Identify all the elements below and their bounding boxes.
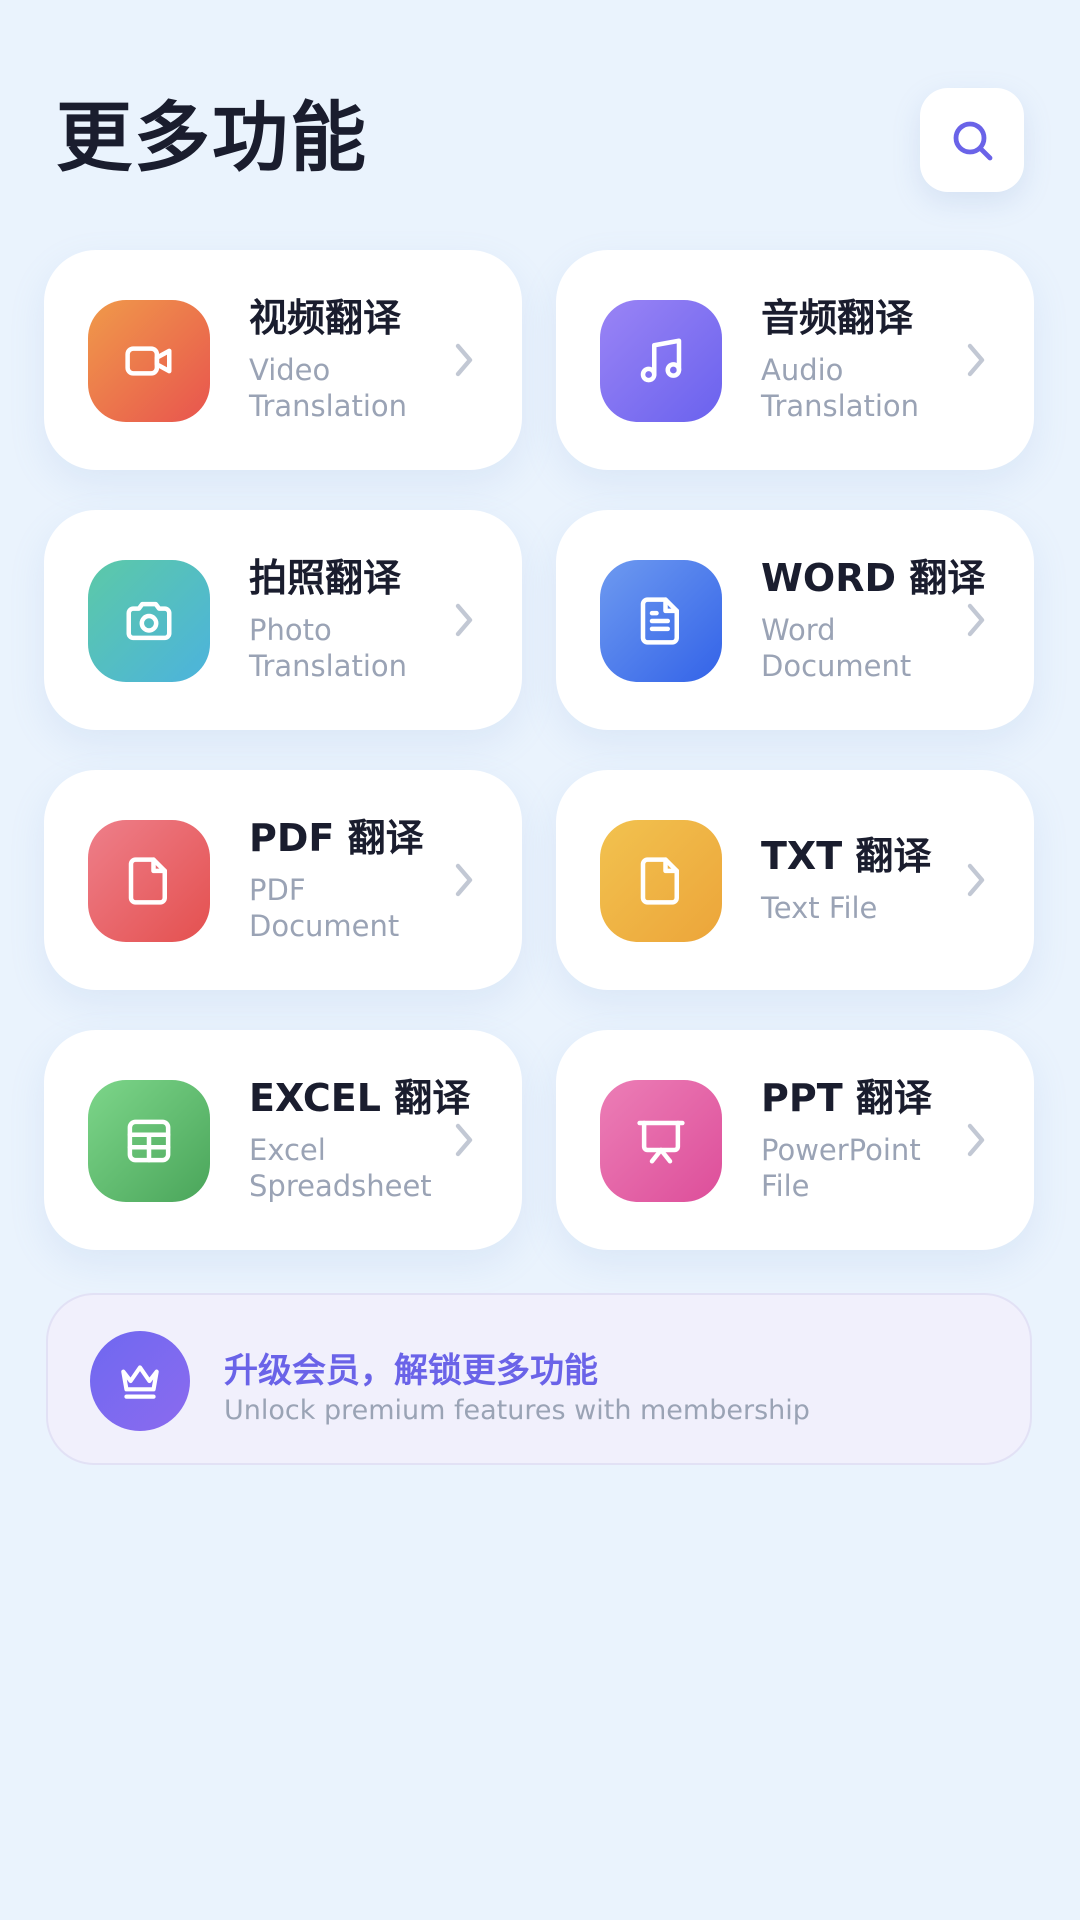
feature-title: EXCEL 翻译: [249, 1076, 471, 1121]
feature-icon-tile: [600, 1080, 722, 1202]
feature-title: WORD 翻译: [761, 556, 986, 601]
feature-subtitle: Photo Translation: [249, 612, 408, 683]
camera-icon: [126, 601, 172, 641]
feature-title: TXT 翻译: [761, 834, 932, 879]
spreadsheet-icon: [127, 1119, 171, 1163]
file-icon: [128, 857, 167, 905]
feature-icon-tile: [88, 820, 210, 942]
feature-card-video[interactable]: 视频翻译 Video Translation: [44, 250, 522, 470]
chevron-right-icon: [967, 863, 985, 897]
feature-subtitle: PDF Document: [249, 872, 400, 943]
music-note-icon: [640, 338, 682, 383]
document-icon: [640, 597, 679, 645]
feature-title: 拍照翻译: [249, 556, 402, 601]
feature-title: 视频翻译: [249, 296, 402, 341]
page-title: 更多功能: [56, 93, 368, 182]
feature-icon-tile: [600, 820, 722, 942]
feature-card-audio[interactable]: 音频翻译 Audio Translation: [556, 250, 1034, 470]
feature-icon-tile: [600, 300, 722, 422]
chevron-right-icon: [455, 603, 473, 637]
chevron-right-icon: [455, 1123, 473, 1157]
feature-subtitle: Text File: [761, 890, 878, 925]
file-icon: [640, 857, 679, 905]
chevron-right-icon: [967, 343, 985, 377]
feature-card-word[interactable]: WORD 翻译 Word Document: [556, 510, 1034, 730]
header: 更多功能: [0, 0, 1080, 240]
feature-icon-tile: [88, 1080, 210, 1202]
membership-subtitle: Unlock premium features with membership: [224, 1395, 810, 1426]
feature-icon-tile: [88, 560, 210, 682]
membership-banner[interactable]: 升级会员，解锁更多功能 Unlock premium features with…: [46, 1293, 1032, 1465]
feature-title: 音频翻译: [761, 296, 914, 341]
video-camera-icon: [125, 346, 172, 376]
presentation-icon: [637, 1120, 685, 1164]
feature-title: PDF 翻译: [249, 816, 424, 861]
feature-grid: 视频翻译 Video Translation 音频翻译 Audio Transl…: [44, 250, 1036, 1250]
chevron-right-icon: [455, 863, 473, 897]
feature-subtitle: Word Document: [761, 612, 912, 683]
membership-title: 升级会员，解锁更多功能: [224, 1351, 598, 1391]
feature-card-excel[interactable]: EXCEL 翻译 Excel Spreadsheet: [44, 1030, 522, 1250]
feature-card-txt[interactable]: TXT 翻译 Text File: [556, 770, 1034, 990]
feature-subtitle: Video Translation: [249, 352, 408, 423]
feature-subtitle: Audio Translation: [761, 352, 920, 423]
search-icon: [953, 121, 993, 161]
feature-card-photo[interactable]: 拍照翻译 Photo Translation: [44, 510, 522, 730]
feature-icon-tile: [600, 560, 722, 682]
search-button[interactable]: [920, 88, 1024, 192]
feature-title: PPT 翻译: [761, 1076, 932, 1121]
feature-card-ppt[interactable]: PPT 翻译 PowerPoint File: [556, 1030, 1034, 1250]
feature-subtitle: Excel Spreadsheet: [249, 1132, 432, 1203]
chevron-right-icon: [967, 603, 985, 637]
feature-subtitle: PowerPoint File: [761, 1132, 921, 1203]
crown-icon: [121, 1365, 159, 1399]
chevron-right-icon: [967, 1123, 985, 1157]
feature-icon-tile: [88, 300, 210, 422]
feature-card-pdf[interactable]: PDF 翻译 PDF Document: [44, 770, 522, 990]
chevron-right-icon: [455, 343, 473, 377]
crown-badge: [90, 1331, 190, 1431]
